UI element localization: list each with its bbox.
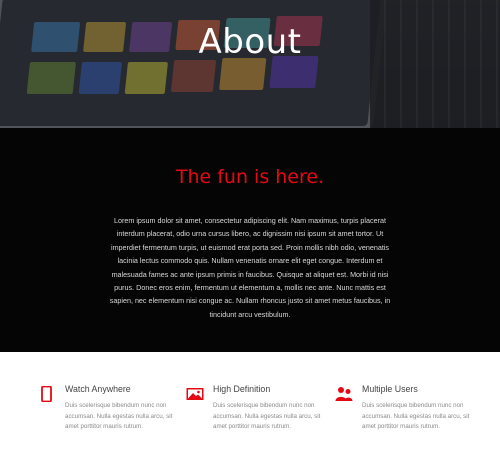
intro-body: Lorem ipsum dolor sit amet, consectetur … (109, 216, 391, 319)
smartphone-icon (38, 385, 56, 403)
image-icon (186, 386, 204, 402)
hero-overlay (0, 0, 500, 128)
feature-title: High Definition (213, 384, 271, 394)
feature-title: Multiple Users (362, 384, 418, 394)
about-hero: About (0, 0, 500, 128)
feature-description: Duis scelerisque bibendum nunc non accum… (65, 402, 173, 430)
feature-description: Duis scelerisque bibendum nunc non accum… (213, 402, 321, 430)
features-section: Watch Anywhere Duis scelerisque bibendum… (0, 352, 500, 450)
tagline: The fun is here. (175, 166, 325, 188)
feature-title: Watch Anywhere (65, 384, 131, 394)
intro-section: The fun is here. Lorem ipsum dolor sit a… (0, 128, 500, 352)
page-title: About (198, 22, 302, 62)
users-icon (335, 386, 353, 402)
feature-description: Duis scelerisque bibendum nunc non accum… (362, 402, 470, 430)
